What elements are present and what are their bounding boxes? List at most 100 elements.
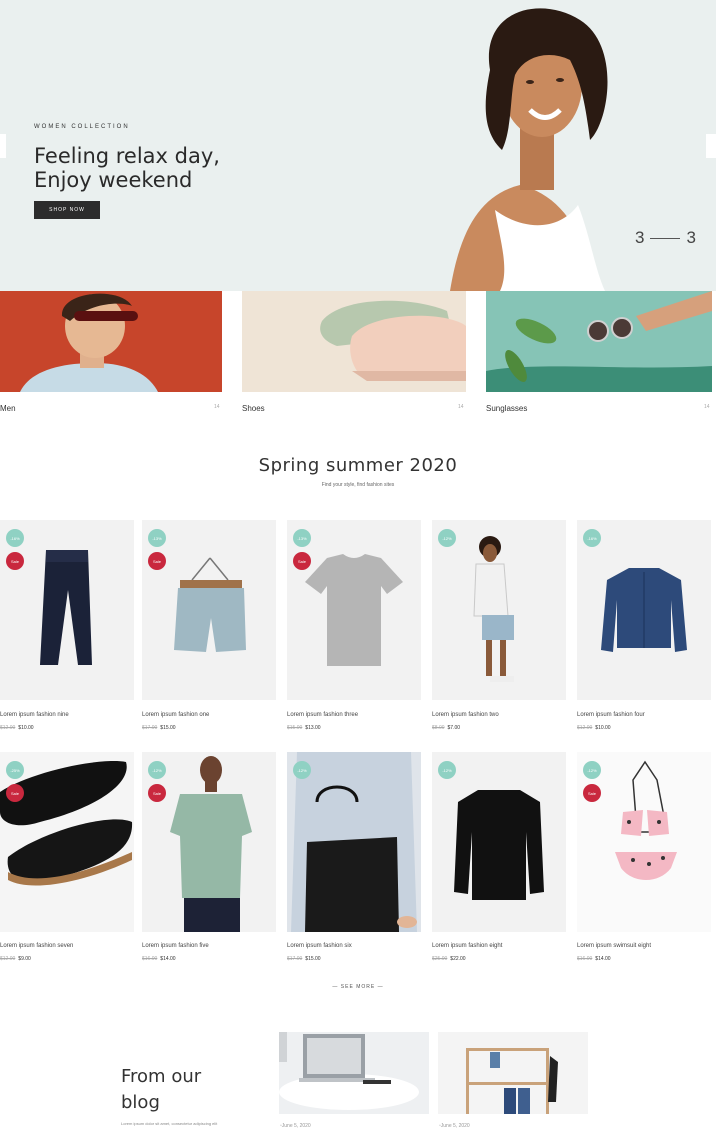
hero-prev-arrow[interactable] bbox=[0, 134, 6, 158]
blog-title-line2: blog bbox=[121, 1092, 160, 1113]
current-price: $22.00 bbox=[450, 956, 466, 962]
product-price: $8.00 $7.00 bbox=[432, 725, 460, 731]
product-price: $15.00 $13.00 bbox=[287, 725, 321, 731]
old-price: $17.00 bbox=[287, 956, 303, 962]
blog-date: ▫June 5, 2020 bbox=[439, 1123, 470, 1129]
old-price: $12.00 bbox=[0, 956, 16, 962]
discount-badge: -16% bbox=[583, 529, 601, 547]
product-name[interactable]: Lorem ipsum fashion one bbox=[142, 712, 209, 718]
blog-title-line1: From our bbox=[121, 1066, 202, 1087]
slide-counter-divider bbox=[650, 237, 681, 239]
category-label-sunglasses[interactable]: Sunglasses bbox=[486, 404, 527, 413]
current-price: $14.00 bbox=[595, 956, 611, 962]
current-price: $10.00 bbox=[18, 725, 34, 731]
product-name[interactable]: Lorem ipsum fashion five bbox=[142, 943, 209, 949]
see-more-right-dash: — bbox=[375, 984, 384, 990]
product-card-6[interactable]: -25% Sale bbox=[0, 752, 134, 932]
shoes-photo bbox=[320, 300, 466, 381]
denim-jacket-image bbox=[601, 568, 687, 652]
swimsuit-image bbox=[615, 760, 677, 880]
product-card-4[interactable]: -12% bbox=[432, 520, 566, 700]
category-sunglasses-image[interactable] bbox=[486, 291, 712, 392]
sale-badge: Sale bbox=[148, 552, 166, 570]
product-name[interactable]: Lorem ipsum fashion three bbox=[287, 712, 358, 718]
current-price: $13.00 bbox=[305, 725, 321, 731]
slide-counter: 3 3 bbox=[635, 228, 696, 248]
section-title: Spring summer 2020 bbox=[258, 455, 458, 476]
current-price: $15.00 bbox=[160, 725, 176, 731]
product-card-2[interactable]: -13% Sale bbox=[142, 520, 276, 700]
old-price: $12.00 bbox=[0, 725, 16, 731]
hero-next-arrow[interactable] bbox=[706, 134, 716, 158]
shop-now-button[interactable]: SHOP NOW bbox=[34, 201, 100, 219]
sale-badge: Sale bbox=[583, 784, 601, 802]
product-price: $16.00 $14.00 bbox=[577, 956, 611, 962]
product-card-5[interactable]: -16% bbox=[577, 520, 711, 700]
sale-badge: Sale bbox=[6, 552, 24, 570]
old-price: $17.00 bbox=[142, 725, 158, 731]
product-card-9[interactable]: -12% bbox=[432, 752, 566, 932]
product-card-8[interactable]: -12% bbox=[287, 752, 421, 932]
blog-subtitle: Lorem ipsum dolor sit amet, consectetur … bbox=[121, 1121, 218, 1126]
blog-post-2-image[interactable] bbox=[438, 1032, 588, 1114]
category-count-shoes: 14 bbox=[458, 404, 464, 410]
product-name[interactable]: Lorem ipsum fashion eight bbox=[432, 943, 502, 949]
discount-badge: -16% bbox=[6, 529, 24, 547]
blog-title: From our blog bbox=[121, 1064, 261, 1116]
old-price: $8.00 bbox=[432, 725, 445, 731]
tshirt-image bbox=[305, 554, 403, 666]
see-more-link[interactable]: — SEE MORE — bbox=[0, 984, 716, 990]
hero-title-line2: Enjoy weekend bbox=[34, 168, 193, 192]
category-label-shoes[interactable]: Shoes bbox=[242, 404, 265, 413]
current-price: $9.00 bbox=[18, 956, 31, 962]
product-name[interactable]: Lorem ipsum fashion nine bbox=[0, 712, 69, 718]
sweater-image bbox=[454, 790, 544, 900]
category-men-image[interactable] bbox=[0, 291, 222, 392]
product-card-10[interactable]: -12% Sale bbox=[577, 752, 711, 932]
polo-model-image bbox=[170, 756, 252, 932]
blog-date-2: June 5, 2020 bbox=[440, 1123, 470, 1129]
discount-badge: -12% bbox=[438, 761, 456, 779]
category-shoes-image[interactable] bbox=[242, 291, 466, 392]
current-price: $15.00 bbox=[305, 956, 321, 962]
product-name[interactable]: Lorem ipsum swimsuit eight bbox=[577, 943, 651, 949]
current-price: $7.00 bbox=[447, 725, 461, 731]
product-card-3[interactable]: -13% Sale bbox=[287, 520, 421, 700]
current-price: $10.00 bbox=[595, 725, 611, 731]
product-name[interactable]: Lorem ipsum fashion seven bbox=[0, 943, 73, 949]
category-label-men[interactable]: Men bbox=[0, 404, 16, 413]
pants-image bbox=[40, 550, 92, 665]
slide-total: 3 bbox=[686, 228, 696, 247]
category-count-sunglasses: 14 bbox=[704, 404, 710, 410]
product-price: $16.00 $14.00 bbox=[142, 956, 176, 962]
hero-kicker: WOMEN COLLECTION bbox=[34, 124, 130, 130]
hero-model-image bbox=[450, 8, 608, 291]
product-card-1[interactable]: -16% Sale bbox=[0, 520, 134, 700]
product-price: $17.00 $15.00 bbox=[287, 956, 321, 962]
blog-post-1-image[interactable] bbox=[279, 1032, 429, 1114]
product-price: $12.00 $10.00 bbox=[0, 725, 34, 731]
tote-bag-image bbox=[287, 752, 421, 932]
old-price: $16.00 bbox=[142, 956, 158, 962]
product-card-7[interactable]: -12% Sale bbox=[142, 752, 276, 932]
blog-date: ▫June 5, 2020 bbox=[280, 1123, 311, 1129]
slide-current: 3 bbox=[635, 228, 645, 247]
loafers-image bbox=[0, 761, 133, 886]
discount-badge: -25% bbox=[6, 761, 24, 779]
product-name[interactable]: Lorem ipsum fashion six bbox=[287, 943, 352, 949]
old-price: $16.00 bbox=[577, 956, 593, 962]
product-name[interactable]: Lorem ipsum fashion four bbox=[577, 712, 645, 718]
blog-date-1: June 5, 2020 bbox=[281, 1123, 311, 1129]
sale-badge: Sale bbox=[293, 552, 311, 570]
category-count-men: 14 bbox=[214, 404, 220, 410]
hero-title: Feeling relax day, Enjoy weekend bbox=[34, 144, 294, 192]
product-price: $12.00 $10.00 bbox=[577, 725, 611, 731]
see-more-left-dash: — bbox=[332, 984, 341, 990]
discount-badge: -12% bbox=[293, 761, 311, 779]
discount-badge: -13% bbox=[293, 529, 311, 547]
old-price: $15.00 bbox=[287, 725, 303, 731]
model-outfit-image bbox=[473, 536, 514, 682]
hero-banner: WOMEN COLLECTION Feeling relax day, Enjo… bbox=[0, 0, 716, 291]
men-photo bbox=[20, 293, 158, 392]
product-name[interactable]: Lorem ipsum fashion two bbox=[432, 712, 499, 718]
